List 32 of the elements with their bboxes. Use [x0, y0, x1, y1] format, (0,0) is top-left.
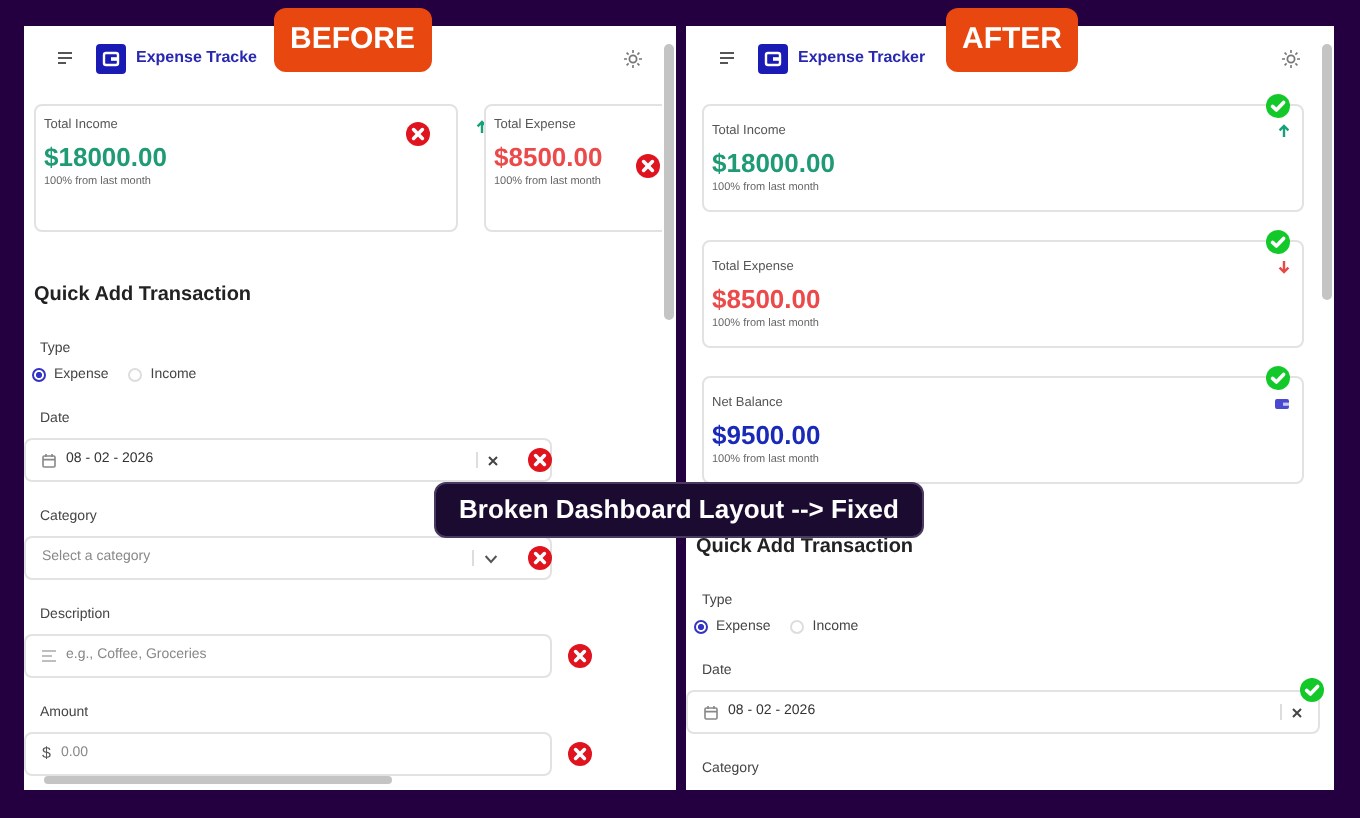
currency-symbol: $ — [42, 742, 51, 766]
horizontal-scrollbar-thumb[interactable] — [44, 776, 392, 784]
menu-icon[interactable] — [720, 52, 734, 64]
caption-banner: Broken Dashboard Layout --> Fixed — [434, 482, 924, 538]
label-badge: AFTER — [946, 8, 1078, 72]
section-title: Quick Add Transaction — [696, 536, 914, 560]
card-amount: $18000.00 — [712, 148, 835, 180]
wallet-icon — [1274, 396, 1290, 410]
card-amount: $8500.00 — [712, 284, 821, 316]
calendar-icon — [42, 453, 56, 467]
sun-icon[interactable] — [624, 49, 642, 67]
chevron-down-icon[interactable] — [484, 553, 498, 563]
up-arrow-icon — [476, 120, 488, 134]
section-title: Quick Add Transaction — [34, 284, 252, 308]
up-arrow-icon — [1278, 124, 1290, 138]
clear-icon[interactable] — [488, 455, 498, 465]
card-amount: $18000.00 — [44, 142, 167, 174]
label-badge: BEFORE — [274, 8, 432, 72]
app-title: Expense Tracker — [798, 46, 926, 70]
sun-icon[interactable] — [1282, 49, 1300, 67]
down-arrow-icon — [1278, 260, 1290, 274]
lines-icon — [42, 650, 56, 662]
wallet-logo-icon — [758, 43, 788, 73]
wallet-logo-icon — [96, 43, 126, 73]
scrollbar-thumb[interactable] — [664, 44, 674, 320]
scrollbar-thumb[interactable] — [1322, 44, 1332, 300]
app-title: Expense Tracke — [136, 46, 257, 70]
card-amount: $8500.00 — [494, 142, 603, 174]
menu-icon[interactable] — [58, 52, 72, 64]
calendar-icon — [704, 705, 718, 719]
clear-icon[interactable] — [1292, 707, 1302, 717]
card-amount: $9500.00 — [712, 420, 821, 452]
